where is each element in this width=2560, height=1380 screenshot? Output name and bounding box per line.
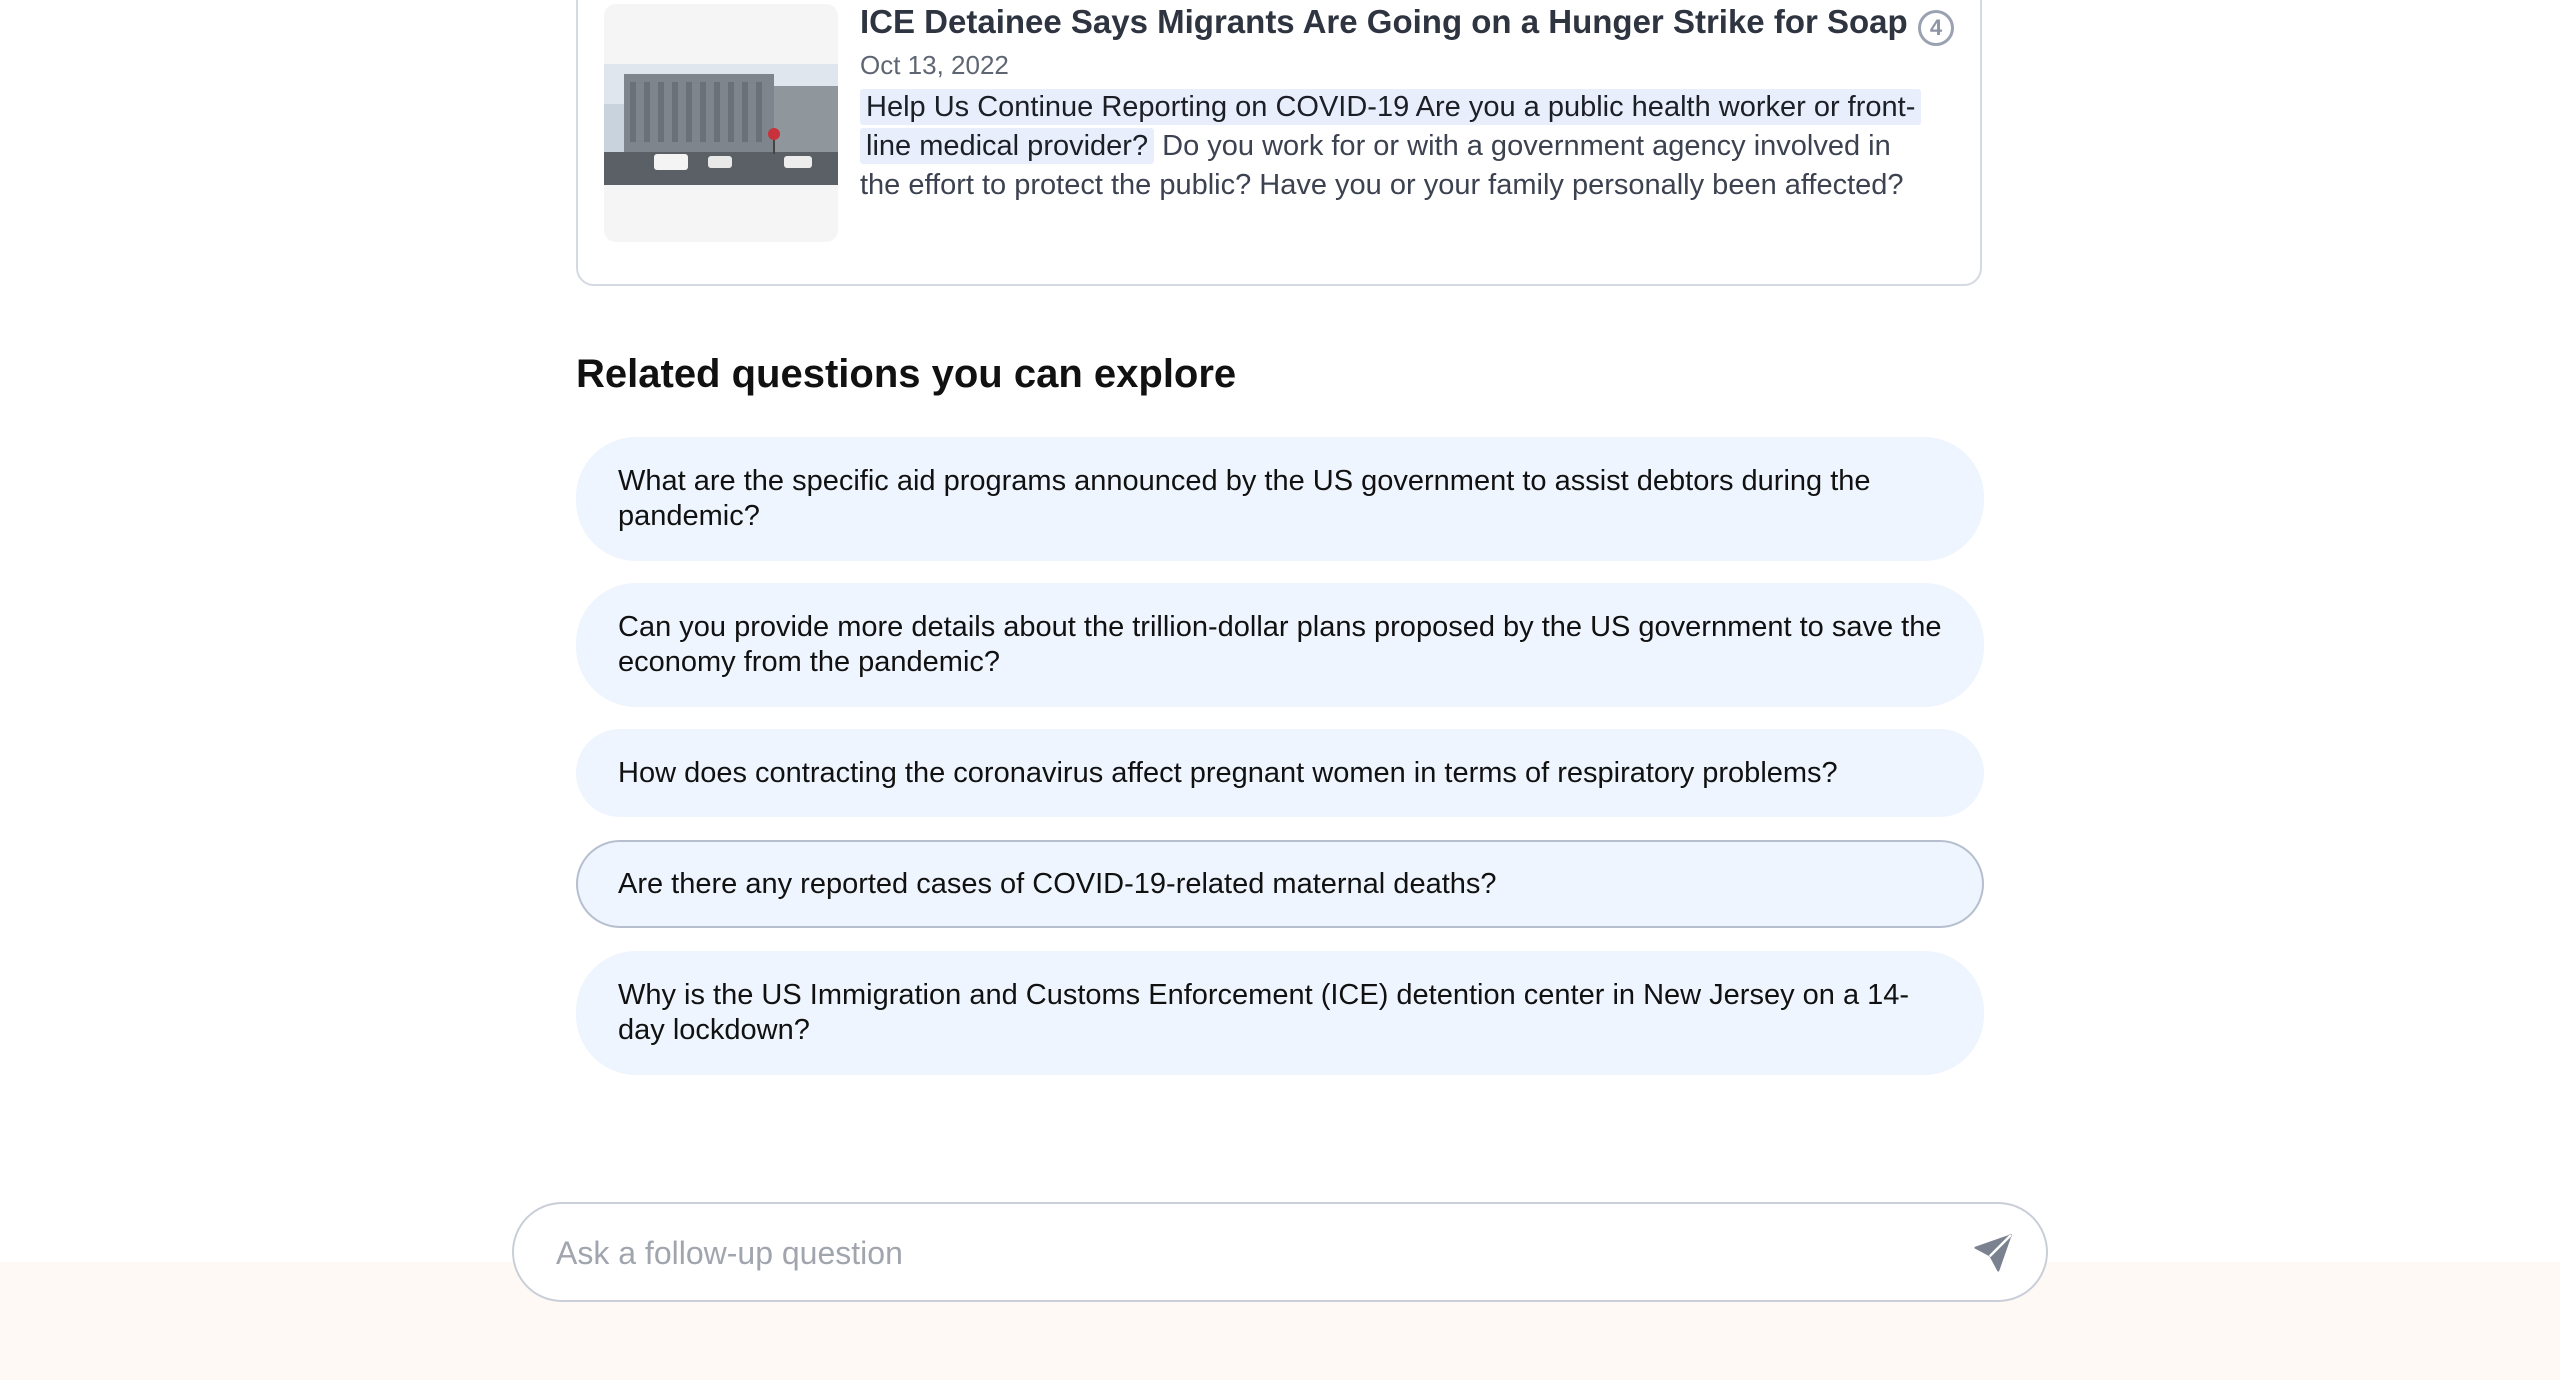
detention-center-photo-icon xyxy=(604,64,838,185)
related-question-5[interactable]: Why is the US Immigration and Customs En… xyxy=(576,951,1984,1075)
send-icon[interactable] xyxy=(1972,1232,2014,1274)
source-card[interactable]: ICE Detainee Says Migrants Are Going on … xyxy=(576,0,1982,286)
source-title[interactable]: ICE Detainee Says Migrants Are Going on … xyxy=(860,2,1920,42)
source-excerpt: Help Us Continue Reporting on COVID-19 A… xyxy=(860,88,1922,205)
source-card-body: ICE Detainee Says Migrants Are Going on … xyxy=(860,2,1922,205)
page: ICE Detainee Says Migrants Are Going on … xyxy=(0,0,2560,1380)
related-question-1[interactable]: What are the specific aid programs annou… xyxy=(576,437,1984,561)
citation-number-badge: 4 xyxy=(1918,10,1954,46)
related-questions-heading: Related questions you can explore xyxy=(576,352,1237,396)
related-question-3[interactable]: How does contracting the coronavirus aff… xyxy=(576,729,1984,817)
followup-input[interactable] xyxy=(554,1224,1938,1282)
source-date: Oct 13, 2022 xyxy=(860,50,1009,80)
followup-bar xyxy=(512,1202,2048,1302)
related-question-2[interactable]: Can you provide more details about the t… xyxy=(576,583,1984,707)
related-question-4[interactable]: Are there any reported cases of COVID-19… xyxy=(576,840,1984,928)
source-thumbnail xyxy=(604,4,838,242)
